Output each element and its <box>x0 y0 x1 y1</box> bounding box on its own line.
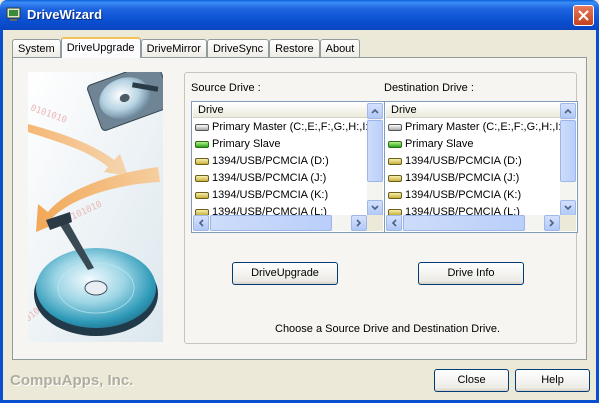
destination-horizontal-scrollbar[interactable] <box>386 215 560 231</box>
scroll-thumb[interactable] <box>560 120 576 182</box>
grey-drive-icon <box>195 124 209 131</box>
list-item[interactable]: 1394/USB/PCMCIA (K:) <box>386 187 560 204</box>
list-item[interactable]: 1394/USB/PCMCIA (J:) <box>193 170 367 187</box>
scroll-thumb[interactable] <box>210 215 332 231</box>
green-drive-icon <box>195 141 209 148</box>
tab-about[interactable]: About <box>319 39 361 58</box>
scroll-corner <box>367 215 383 231</box>
drive-upgrade-button[interactable]: DriveUpgrade <box>232 262 338 285</box>
window-close-button[interactable] <box>573 5 594 26</box>
list-item[interactable]: Primary Slave <box>386 136 560 153</box>
yellow-drive-icon <box>195 158 209 165</box>
chevron-up-icon <box>564 108 572 114</box>
app-icon <box>6 7 21 21</box>
chevron-up-icon <box>371 108 379 114</box>
source-drive-list[interactable]: Drive Primary Master (C:,E:,F:,G:,H:,I: … <box>191 101 385 233</box>
hard-drive-illustration: 0101010 0101010 01010 0101 <box>28 72 163 342</box>
chevron-right-icon <box>356 219 362 227</box>
yellow-drive-icon <box>388 192 402 199</box>
green-drive-icon <box>388 141 402 148</box>
scroll-thumb[interactable] <box>403 215 525 231</box>
chevron-down-icon <box>564 205 572 211</box>
yellow-drive-icon <box>195 175 209 182</box>
scroll-thumb[interactable] <box>367 120 383 182</box>
scroll-left-button[interactable] <box>386 215 402 231</box>
help-button[interactable]: Help <box>515 369 590 392</box>
title-bar[interactable]: DriveWizard <box>0 0 599 30</box>
list-item[interactable]: 1394/USB/PCMCIA (L:) <box>386 204 560 215</box>
source-horizontal-scrollbar[interactable] <box>193 215 367 231</box>
drive-info-button[interactable]: Drive Info <box>418 262 524 285</box>
tab-system[interactable]: System <box>12 39 61 58</box>
chevron-right-icon <box>549 219 555 227</box>
destination-drive-items: Primary Master (C:,E:,F:,G:,H:,I: Primar… <box>386 119 560 215</box>
list-item[interactable]: Primary Master (C:,E:,F:,G:,H:,I: <box>386 119 560 136</box>
yellow-drive-icon <box>195 192 209 199</box>
chevron-left-icon <box>198 219 204 227</box>
destination-drive-list[interactable]: Drive Primary Master (C:,E:,F:,G:,H:,I: … <box>384 101 578 233</box>
list-item[interactable]: 1394/USB/PCMCIA (J:) <box>386 170 560 187</box>
scroll-right-button[interactable] <box>351 215 367 231</box>
scroll-corner <box>560 215 576 231</box>
scroll-up-button[interactable] <box>367 103 383 119</box>
chevron-left-icon <box>391 219 397 227</box>
yellow-drive-icon <box>388 175 402 182</box>
destination-drive-label: Destination Drive : <box>384 82 474 94</box>
tab-driveupgrade[interactable]: DriveUpgrade <box>60 37 141 58</box>
scroll-right-button[interactable] <box>544 215 560 231</box>
list-item[interactable]: 1394/USB/PCMCIA (D:) <box>386 153 560 170</box>
scroll-down-button[interactable] <box>367 200 383 216</box>
drive-selection-group: Source Drive : Destination Drive : Drive… <box>184 72 578 344</box>
tab-panel: 0101010 0101010 01010 0101 Source Drive … <box>12 57 587 360</box>
source-vertical-scrollbar[interactable] <box>367 103 383 216</box>
window-title: DriveWizard <box>27 7 103 22</box>
list-item[interactable]: Primary Slave <box>193 136 367 153</box>
scroll-left-button[interactable] <box>193 215 209 231</box>
tab-strip: System DriveUpgrade DriveMirror DriveSyn… <box>12 37 361 58</box>
close-icon <box>578 10 589 21</box>
destination-column-header[interactable]: Drive <box>386 103 560 118</box>
tab-drivemirror[interactable]: DriveMirror <box>140 39 207 58</box>
destination-vertical-scrollbar[interactable] <box>560 103 576 216</box>
company-name: CompuApps, Inc. <box>10 372 134 389</box>
list-item[interactable]: 1394/USB/PCMCIA (D:) <box>193 153 367 170</box>
yellow-drive-icon <box>388 158 402 165</box>
scroll-down-button[interactable] <box>560 200 576 216</box>
chevron-down-icon <box>371 205 379 211</box>
source-drive-items: Primary Master (C:,E:,F:,G:,H:,I: Primar… <box>193 119 367 215</box>
status-text: Choose a Source Drive and Destination Dr… <box>275 323 501 335</box>
tab-drivesync[interactable]: DriveSync <box>206 39 270 58</box>
list-item[interactable]: 1394/USB/PCMCIA (K:) <box>193 187 367 204</box>
source-drive-label: Source Drive : <box>191 82 261 94</box>
close-button[interactable]: Close <box>434 369 509 392</box>
list-item[interactable]: Primary Master (C:,E:,F:,G:,H:,I: <box>193 119 367 136</box>
list-item[interactable]: 1394/USB/PCMCIA (L:) <box>193 204 367 215</box>
scroll-up-button[interactable] <box>560 103 576 119</box>
grey-drive-icon <box>388 124 402 131</box>
tab-restore[interactable]: Restore <box>269 39 320 58</box>
source-column-header[interactable]: Drive <box>193 103 367 118</box>
